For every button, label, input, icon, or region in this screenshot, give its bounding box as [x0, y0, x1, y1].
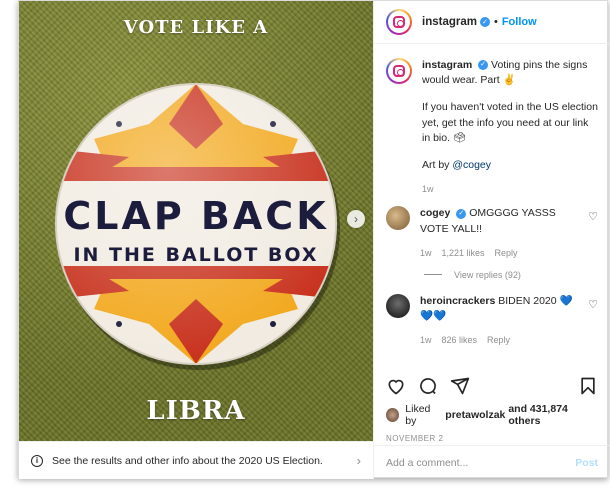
info-icon: i — [31, 454, 43, 467]
action-icons — [386, 373, 598, 399]
post-date: NOVEMBER 2 — [386, 434, 444, 443]
art-prefix: Art by — [422, 159, 453, 172]
divider-line — [424, 274, 442, 276]
post-button[interactable]: Post — [575, 457, 598, 469]
post-image[interactable]: VOTE LIKE A CLAP BACK IN THE BALLOT BOX … — [19, 1, 373, 441]
comment-meta: 1w 826 likes Reply — [420, 334, 582, 347]
view-replies-button[interactable]: View replies (92) — [424, 270, 598, 280]
comment-time: 1w — [420, 335, 432, 346]
comments-list[interactable]: instagram ✓ Voting pins the signs would … — [374, 44, 610, 367]
share-icon[interactable] — [450, 376, 470, 396]
image-top-text: VOTE LIKE A — [123, 17, 269, 38]
separator-dot: • — [493, 16, 498, 28]
like-heart-icon[interactable] — [386, 376, 406, 396]
instagram-logo-icon — [393, 16, 405, 28]
instagram-avatar[interactable] — [386, 58, 412, 84]
election-info-text: See the results and other info about the… — [52, 454, 323, 467]
comment-likes[interactable]: 826 likes — [442, 335, 478, 345]
verified-badge-icon: ✓ — [479, 17, 490, 27]
post-sidebar: instagram ✓ • Follow instagram ✓ Voting … — [373, 1, 610, 479]
caption-text-2: If you haven't voted in the US election … — [422, 101, 598, 144]
likes-count[interactable]: and 431,874 others — [508, 403, 598, 427]
view-replies-label: View replies (92) — [454, 269, 521, 280]
reply-button[interactable]: Reply — [487, 335, 510, 345]
campaign-pin-illustration: CLAP BACK IN THE BALLOT BOX — [55, 83, 340, 370]
pin-line-2: IN THE BALLOT BOX — [73, 244, 318, 266]
instagram-avatar[interactable] — [386, 9, 412, 35]
add-comment-bar: Add a comment... Post — [374, 445, 610, 479]
comment-input[interactable]: Add a comment... — [386, 457, 468, 469]
likes-prefix: Liked by — [405, 403, 431, 427]
comment-username[interactable]: heroincrackers — [420, 295, 495, 307]
comment-time: 1w — [420, 247, 432, 258]
comment: cogey ✓ OMGGGG YASSS VOTE YALL!! 1w 1,221… — [386, 206, 598, 259]
verified-badge-icon: ✓ — [456, 208, 467, 219]
avatar[interactable] — [386, 293, 410, 318]
heart-icon[interactable]: ♡ — [588, 210, 598, 259]
caption-time: 1w — [422, 184, 434, 195]
comment-icon[interactable] — [418, 376, 438, 396]
chevron-right-icon: › — [356, 453, 361, 468]
verified-badge-icon: ✓ — [478, 60, 489, 71]
caption: instagram ✓ Voting pins the signs would … — [386, 58, 598, 196]
mention-link[interactable]: @cogey — [452, 159, 491, 171]
avatar[interactable] — [386, 206, 410, 231]
follow-button[interactable]: Follow — [502, 16, 537, 28]
election-info-bar[interactable]: i See the results and other info about t… — [19, 441, 373, 479]
next-slide-button[interactable]: › — [347, 210, 365, 228]
reply-button[interactable]: Reply — [495, 248, 518, 258]
caption-art-credit: Art by @cogey — [422, 158, 598, 173]
caption-username[interactable]: instagram — [422, 59, 472, 71]
comment-likes[interactable]: 1,221 likes — [442, 248, 485, 258]
header-username[interactable]: instagram — [422, 16, 477, 28]
pin-line-1: CLAP BACK — [63, 194, 328, 238]
likes-summary[interactable]: Liked by pretawolzak and 431,874 others — [386, 403, 598, 427]
post-actions: Liked by pretawolzak and 431,874 others … — [374, 367, 610, 443]
heart-icon[interactable]: ♡ — [588, 298, 598, 347]
liker-username[interactable]: pretawolzak — [445, 409, 505, 421]
liker-avatar — [386, 408, 400, 422]
post-modal: VOTE LIKE A CLAP BACK IN THE BALLOT BOX … — [18, 0, 610, 479]
instagram-logo-icon — [393, 65, 405, 77]
comment-meta: 1w 1,221 likes Reply — [420, 247, 582, 260]
image-bottom-text: LIBRA — [146, 396, 246, 426]
comment-username[interactable]: cogey — [420, 207, 450, 219]
bookmark-icon[interactable] — [578, 376, 598, 396]
post-header: instagram ✓ • Follow — [374, 1, 609, 44]
chevron-right-icon: › — [354, 212, 358, 226]
comment: heroincrackers BIDEN 2020 💙💙💙 1w 826 like… — [386, 293, 598, 347]
